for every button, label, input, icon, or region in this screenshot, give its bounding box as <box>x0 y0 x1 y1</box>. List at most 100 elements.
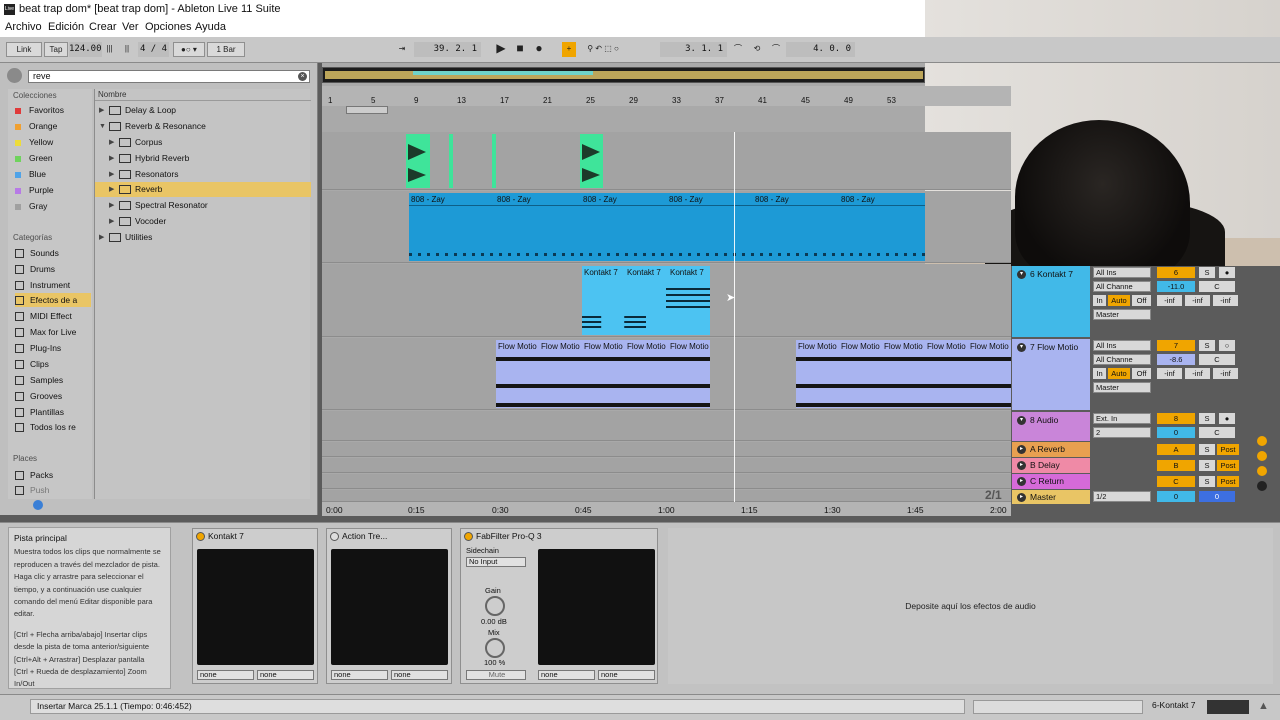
tap-button[interactable]: Tap <box>44 42 68 57</box>
view-toggle-icons[interactable] <box>1257 436 1269 496</box>
lane-kontakt[interactable]: Kontakt 7 Kontakt 7 Kontakt 7 ➤ <box>322 264 1011 337</box>
master-name[interactable]: ▸ Master <box>1012 490 1090 504</box>
input-channel-select[interactable]: 2 <box>1093 427 1151 438</box>
power-icon[interactable] <box>464 532 473 542</box>
output-select[interactable]: Master <box>1093 309 1151 320</box>
automation-icons[interactable]: ⚲ ↶ ⬚ ○ <box>579 42 627 57</box>
nudge-icon[interactable]: ||| <box>105 42 114 57</box>
return-name-a[interactable]: ▸ A Reverb <box>1012 442 1090 457</box>
track-name-kontakt[interactable]: ▾ 6 Kontakt 7 <box>1012 266 1090 337</box>
place-push[interactable]: Push <box>15 483 91 497</box>
output-select[interactable]: Master <box>1093 382 1151 393</box>
return-name-b[interactable]: ▸ B Delay <box>1012 458 1090 473</box>
name-column-header[interactable]: Nombre <box>95 89 311 101</box>
follow-icon[interactable]: ⇥ <box>392 42 412 57</box>
clip-drums-3[interactable] <box>492 134 496 188</box>
nudge-up-icon[interactable]: || <box>119 42 135 57</box>
volume-field[interactable]: 0 <box>1157 427 1195 438</box>
lane-drums[interactable] <box>322 132 1011 190</box>
power-icon[interactable] <box>330 532 339 542</box>
fold-icon[interactable]: ▸ <box>1017 445 1026 455</box>
post-button[interactable]: Post <box>1217 476 1239 487</box>
expand-icon[interactable]: ▶ <box>99 230 104 245</box>
link-button[interactable]: Link <box>6 42 42 57</box>
lane-return-b[interactable] <box>322 458 1011 473</box>
punch-out-icon[interactable]: ⌒ <box>769 42 783 57</box>
lane-return-a[interactable] <box>322 442 1011 457</box>
mute-button[interactable]: Mute <box>466 670 526 680</box>
clip-kontakt-group[interactable]: Kontakt 7 Kontakt 7 Kontakt 7 <box>582 266 710 335</box>
plugin-display[interactable] <box>538 549 655 665</box>
fold-icon[interactable]: ▾ <box>1017 343 1026 353</box>
expand-icon[interactable]: ▶ <box>99 103 104 118</box>
category-midi-effects[interactable]: MIDI Effect <box>15 309 91 323</box>
return-activator[interactable]: B <box>1157 460 1195 471</box>
folder-utilities[interactable]: ▶ Utilities <box>95 230 311 245</box>
beat-ruler[interactable]: 1 5 9 13 17 21 25 29 33 37 41 45 49 53 <box>322 86 1011 106</box>
track-activator[interactable]: 6 <box>1157 267 1195 278</box>
pan-field[interactable]: C <box>1199 427 1235 438</box>
device-header[interactable]: Action Tre... <box>327 529 451 543</box>
arm-icon[interactable]: ● <box>1219 267 1235 278</box>
collection-gray[interactable]: Gray <box>15 199 91 213</box>
volume-field[interactable]: -11.0 <box>1157 281 1195 292</box>
post-button[interactable]: Post <box>1217 460 1239 471</box>
play-icon[interactable]: ▶ <box>494 42 508 57</box>
arm-icon[interactable]: ● <box>1219 413 1235 424</box>
song-position-field[interactable]: 39. 2. 1 <box>414 42 481 57</box>
collection-purple[interactable]: Purple <box>15 183 91 197</box>
folder-spectral-resonator[interactable]: ▶ Spectral Resonator <box>95 198 311 213</box>
collection-green[interactable]: Green <box>15 151 91 165</box>
device-header[interactable]: FabFilter Pro-Q 3 <box>461 529 657 543</box>
track-name-audio[interactable]: ▾ 8 Audio <box>1012 412 1090 441</box>
plugin-display[interactable] <box>197 549 314 665</box>
category-audio-effects[interactable]: Efectos de a <box>15 293 91 307</box>
quantize-select[interactable]: 1 Bar <box>207 42 245 57</box>
master-pan[interactable]: 0 <box>1199 491 1235 502</box>
punch-in-icon[interactable]: ⌒ <box>731 42 745 57</box>
pan-field[interactable]: C <box>1199 281 1235 292</box>
volume-field[interactable]: -8.6 <box>1157 354 1195 365</box>
power-icon[interactable] <box>196 532 205 542</box>
track-name-flow[interactable]: ▾ 7 Flow Motio <box>1012 339 1090 410</box>
input-channel-select[interactable]: All Channe <box>1093 354 1151 365</box>
fold-icon[interactable]: ▸ <box>1017 461 1026 471</box>
midi-in-select[interactable]: none <box>538 670 595 680</box>
loop-start-field[interactable]: 3. 1. 1 <box>660 42 727 57</box>
record-icon[interactable]: ● <box>532 42 546 57</box>
category-samples[interactable]: Samples <box>15 373 91 387</box>
metronome-button[interactable]: ●○ ▾ <box>173 42 205 57</box>
folder-resonators[interactable]: ▶ Resonators <box>95 167 311 182</box>
expand-icon[interactable]: ▶ <box>109 135 114 150</box>
arrangement-overview[interactable] <box>322 67 925 83</box>
collection-blue[interactable]: Blue <box>15 167 91 181</box>
clip-drums-1[interactable] <box>406 134 430 188</box>
tempo-field[interactable]: 124.00 <box>69 42 102 57</box>
effects-drop-zone[interactable]: Deposite aquí los efectos de audio <box>668 528 1273 684</box>
audio-out-select[interactable]: none <box>257 670 314 680</box>
device-fabfilter[interactable]: FabFilter Pro-Q 3 Sidechain No Input Gai… <box>460 528 658 684</box>
signature-field[interactable]: 4 / 4 <box>138 42 169 57</box>
clip-flow-group-2[interactable]: Flow Motio Flow Motio Flow Motio Flow Mo… <box>796 340 1011 408</box>
input-type-select[interactable]: All Ins <box>1093 340 1151 351</box>
return-activator[interactable]: A <box>1157 444 1195 455</box>
track-activator[interactable]: 8 <box>1157 413 1195 424</box>
midi-in-select[interactable]: none <box>197 670 254 680</box>
cue-out-select[interactable]: 1/2 <box>1093 491 1151 502</box>
lane-bass[interactable]: 808 - Zay 808 - Zay 808 - Zay 808 - Zay … <box>322 191 1011 263</box>
category-drums[interactable]: Drums <box>15 262 91 276</box>
pan-field[interactable]: C <box>1199 354 1235 365</box>
category-instruments[interactable]: Instrument <box>15 278 91 292</box>
solo-button[interactable]: S <box>1199 476 1215 487</box>
view-switch-icons[interactable] <box>1207 700 1249 714</box>
stop-icon[interactable]: ■ <box>513 42 527 57</box>
input-type-select[interactable]: Ext. In <box>1093 413 1151 424</box>
category-plug-ins[interactable]: Plug-Ins <box>15 341 91 355</box>
fold-icon[interactable]: ▾ <box>1017 416 1026 426</box>
gain-knob[interactable] <box>485 596 505 616</box>
track-activator[interactable]: 7 <box>1157 340 1195 351</box>
loop-icon[interactable]: ⟲ <box>750 42 764 57</box>
plugin-display[interactable] <box>331 549 448 665</box>
sidechain-input-select[interactable]: No Input <box>466 557 526 567</box>
expand-icon[interactable]: ▶ <box>109 182 114 197</box>
